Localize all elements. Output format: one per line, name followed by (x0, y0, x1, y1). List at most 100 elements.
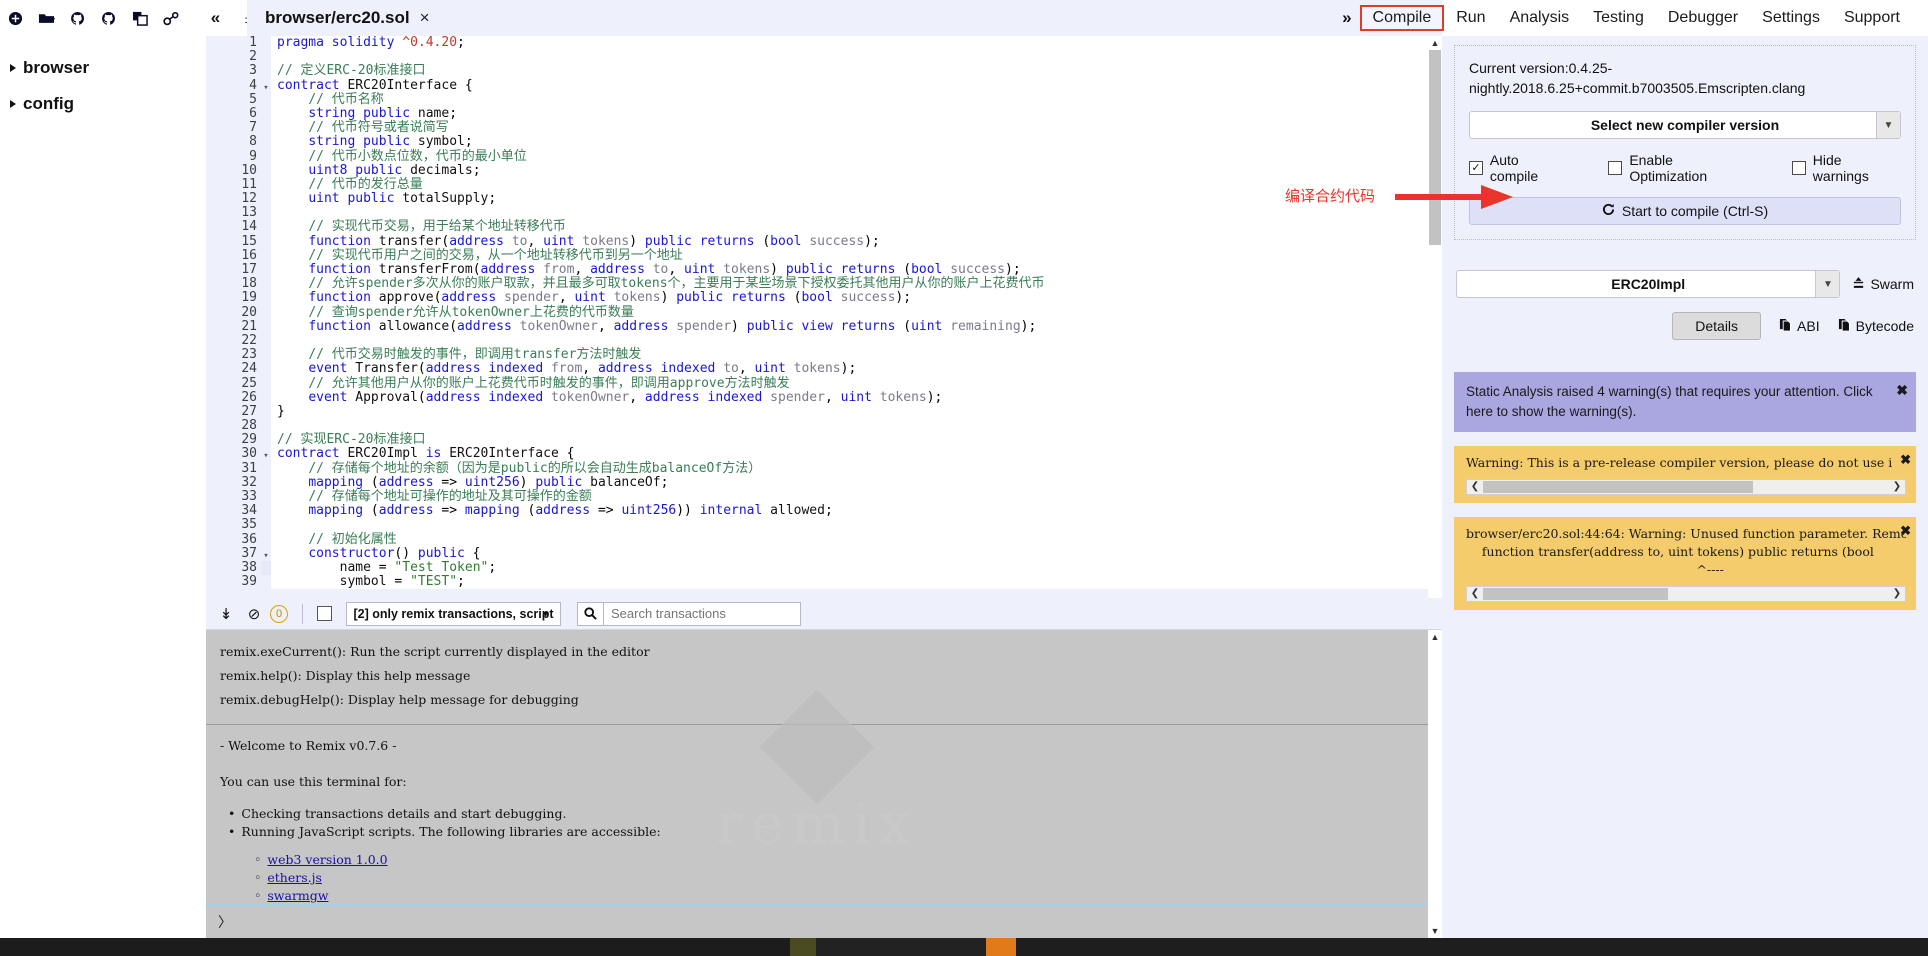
line-number: 31 (209, 461, 261, 476)
search-transactions-input[interactable] (603, 601, 801, 626)
code-line: 27} (209, 404, 1428, 420)
github-publish-icon[interactable] (62, 0, 93, 36)
fold-toggle-icon (261, 419, 271, 433)
sidebar-item-config[interactable]: config (0, 86, 206, 122)
line-number: 30 (209, 447, 261, 462)
code-line: 8 string public symbol; (209, 135, 1428, 150)
hscroll-thumb[interactable] (1483, 588, 1668, 600)
warning-text: Warning: This is a pre-release compiler … (1466, 455, 1893, 470)
compiler-version-select[interactable]: Select new compiler version ▼ (1469, 111, 1901, 139)
fold-toggle-icon (261, 192, 271, 206)
line-number: 36 (209, 532, 261, 547)
code-line: 29 // 实现ERC-20标准接口 (209, 433, 1428, 448)
compiler-warning-unused-param: ✖ browser/erc20.sol:44:64: Warning: Unus… (1454, 517, 1916, 610)
web3-link[interactable]: web3 version 1.0.0 (267, 852, 387, 867)
start-to-compile-button[interactable]: Start to compile (Ctrl-S) (1469, 197, 1901, 225)
tab-compile[interactable]: Compile (1359, 5, 1445, 31)
line-number: 2 (209, 49, 261, 65)
scroll-left-icon[interactable]: ❮ (1467, 585, 1483, 603)
close-icon[interactable]: ✖ (1900, 452, 1911, 470)
code-text: mapping (address => mapping (address => … (271, 503, 1428, 519)
auto-compile-checkbox[interactable]: ✓ Auto compile (1469, 152, 1570, 184)
chevron-right-icon[interactable]: » (1342, 8, 1351, 28)
code-editor-content[interactable]: 1 pragma solidity ^0.4.20; 2 3 // 定义ERC-20标… (206, 36, 1428, 598)
chevron-down-icon: ▼ (1876, 112, 1900, 138)
taskbar-segment (0, 938, 790, 956)
code-text (271, 50, 1428, 65)
editor-scroll-thumb[interactable] (1429, 50, 1441, 245)
terminal-prompt[interactable]: 〉 (206, 904, 1428, 938)
contract-select[interactable]: ERC20Impl ▼ (1456, 270, 1841, 298)
open-folder-icon[interactable] (31, 0, 62, 36)
line-number: 9 (209, 149, 261, 164)
code-line: 34 mapping (address => mapping (address … (209, 503, 1428, 519)
code-editor[interactable]: 1 pragma solidity ^0.4.20; 2 3 // 定义ERC-20标… (206, 36, 1442, 598)
scroll-up-icon[interactable]: ▲ (1428, 630, 1442, 644)
code-text: } (271, 404, 1428, 420)
add-icon[interactable] (0, 0, 31, 36)
code-text: uint public totalSupply; (271, 191, 1428, 207)
tab-run[interactable]: Run (1444, 6, 1497, 30)
hscroll-thumb[interactable] (1483, 481, 1753, 493)
details-button[interactable]: Details (1672, 312, 1762, 340)
close-icon[interactable]: ✖ (1900, 523, 1911, 541)
copy-abi-button[interactable]: ABI (1779, 318, 1820, 335)
collapse-panel-icon[interactable]: « (200, 0, 231, 36)
hide-warnings-checkbox[interactable]: Hide warnings (1791, 152, 1901, 184)
tab-testing[interactable]: Testing (1581, 6, 1656, 30)
clear-console-icon[interactable]: ⊘ (240, 605, 268, 623)
scroll-right-icon[interactable]: ❯ (1889, 478, 1905, 496)
line-number: 26 (209, 390, 261, 405)
enable-optimization-checkbox[interactable]: Enable Optimization (1608, 152, 1754, 184)
github-gist-icon[interactable] (93, 0, 124, 36)
line-number: 8 (209, 135, 261, 150)
close-icon[interactable]: ✖ (1896, 380, 1908, 400)
copy-bytecode-button[interactable]: Bytecode (1838, 318, 1914, 335)
copy-icon (1779, 318, 1792, 335)
listen-network-checkbox[interactable] (317, 606, 332, 621)
scroll-right-icon[interactable]: ❯ (1889, 585, 1905, 603)
line-number: 37 (209, 546, 261, 561)
code-line: 39 symbol = "TEST"; (209, 574, 1428, 590)
sidebar-item-label: browser (23, 58, 90, 77)
line-number: 13 (209, 206, 261, 221)
file-tab-erc20[interactable]: browser/erc20.sol × (247, 0, 438, 36)
terminal-sublist-item: swarmgw (206, 887, 1428, 904)
scroll-up-icon[interactable]: ▲ (1428, 36, 1442, 50)
terminal-scrollbar[interactable]: ▲ ▼ (1428, 630, 1442, 938)
sidebar-item-browser[interactable]: browser (0, 50, 206, 86)
static-analysis-alert[interactable]: Static Analysis raised 4 warning(s) that… (1454, 372, 1916, 432)
copy-icon[interactable] (124, 0, 155, 36)
tab-debugger[interactable]: Debugger (1656, 6, 1750, 30)
tab-settings[interactable]: Settings (1750, 6, 1832, 30)
fold-toggle-icon (261, 575, 271, 589)
chevron-right-icon (10, 64, 16, 72)
ethersjs-link[interactable]: ethers.js (267, 870, 322, 885)
chevron-double-down-icon[interactable]: ↡ (212, 605, 240, 623)
taskbar-segment (1016, 938, 1928, 956)
code-text: pragma solidity ^0.4.20; (271, 36, 1428, 51)
close-icon[interactable]: × (420, 8, 430, 28)
scroll-left-icon[interactable]: ❮ (1467, 478, 1483, 496)
tab-support[interactable]: Support (1832, 6, 1912, 30)
fold-toggle-icon[interactable]: ▾ (261, 447, 271, 461)
fold-toggle-icon (261, 121, 271, 135)
swarmgw-link[interactable]: swarmgw (267, 888, 328, 903)
terminal-bullet: Running JavaScript scripts. The followin… (206, 823, 1428, 841)
compiler-settings-box: Current version:0.4.25- nightly.2018.6.2… (1454, 45, 1916, 240)
tab-analysis[interactable]: Analysis (1498, 6, 1582, 30)
contract-actions-row: Details ABI Bytecode (1456, 312, 1914, 340)
scroll-down-icon[interactable]: ▼ (1428, 924, 1442, 938)
warning-hscrollbar[interactable]: ❮ ❯ (1466, 479, 1906, 495)
swarm-publish-button[interactable]: Swarm (1852, 276, 1914, 292)
fold-toggle-icon[interactable]: ▾ (261, 79, 271, 93)
warning-hscrollbar[interactable]: ❮ ❯ (1466, 586, 1906, 602)
transaction-filter-select[interactable]: [2] only remix transactions, script ▼ (346, 601, 561, 626)
editor-scrollbar[interactable]: ▲ (1428, 36, 1442, 598)
fold-toggle-icon (261, 50, 271, 64)
link-icon[interactable] (155, 0, 186, 36)
divider (302, 603, 303, 624)
terminal-output[interactable]: ◆ remix remix.exeCurrent(): Run the scri… (206, 630, 1428, 904)
fold-toggle-icon[interactable]: ▾ (261, 547, 271, 561)
compiler-version-label: Select new compiler version (1590, 117, 1780, 133)
